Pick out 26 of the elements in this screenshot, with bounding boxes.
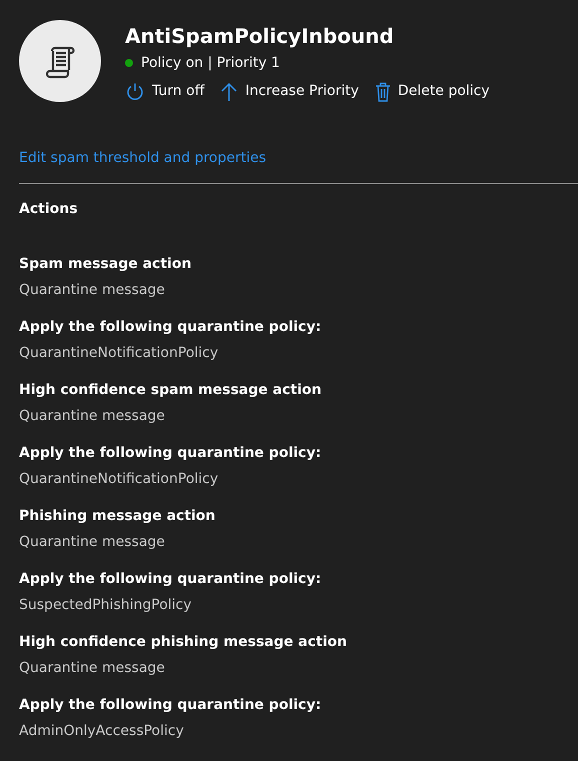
field-label: Apply the following quarantine policy: (19, 696, 322, 714)
section-heading: Actions (19, 200, 79, 219)
delete-button[interactable]: Delete policy (374, 81, 490, 102)
priority-button[interactable]: Increase Priority (220, 81, 359, 102)
turn-off-button[interactable]: Turn off (125, 81, 204, 102)
field-value: AdminOnlyAccessPolicy (19, 722, 185, 740)
power-icon (125, 82, 145, 102)
field-value: QuarantineNotificationPolicy (19, 344, 220, 362)
field-label: Phishing message action (19, 507, 216, 525)
field-value: Quarantine message (19, 659, 166, 677)
field-value: Quarantine message (19, 281, 166, 299)
field-value: SuspectedPhishingPolicy (19, 596, 193, 614)
field-label: Apply the following quarantine policy: (19, 318, 322, 336)
field-label: Apply the following quarantine policy: (19, 570, 322, 588)
field-label: Apply the following quarantine policy: (19, 444, 322, 462)
field-value: Quarantine message (19, 407, 166, 425)
field-value: Quarantine message (19, 533, 166, 551)
field-label: High confidence phishing message action (19, 633, 348, 651)
status-text: Policy on | Priority 1 (141, 54, 280, 73)
field-label: Spam message action (19, 255, 192, 273)
edit-link[interactable]: Edit spam threshold and properties (19, 148, 266, 169)
field-label: High confidence spam message action (19, 381, 322, 399)
trash-icon (374, 82, 391, 102)
arrow-up-icon (220, 82, 238, 102)
policy-title: AntiSpamPolicyInbound (125, 23, 395, 50)
field-value: QuarantineNotificationPolicy (19, 470, 220, 488)
